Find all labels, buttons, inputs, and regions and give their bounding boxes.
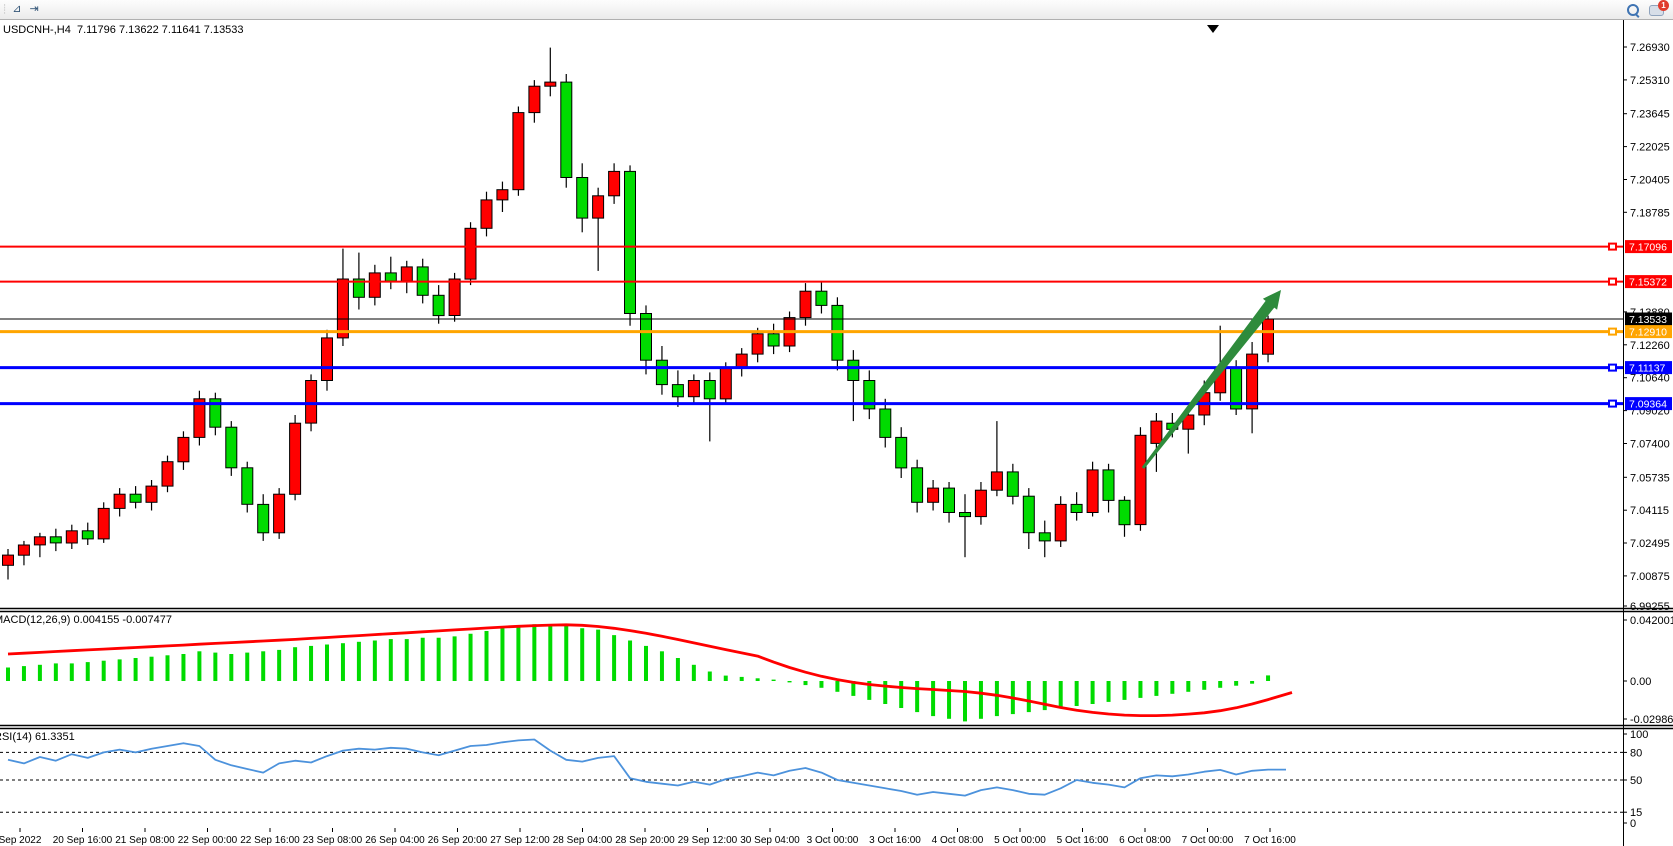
price-tag-label: 7.09364 bbox=[1629, 399, 1667, 411]
time-axis-label: 20 Sep 16:00 bbox=[53, 835, 113, 846]
trend-arrow[interactable] bbox=[1142, 290, 1281, 469]
line-handle bbox=[1609, 401, 1616, 407]
price-axis-label: 7.26930 bbox=[1630, 42, 1670, 54]
chart-shift-button[interactable]: ⇥ bbox=[26, 1, 43, 18]
rsi-axis-label: 80 bbox=[1630, 747, 1642, 759]
rsi-axis-label: 100 bbox=[1630, 729, 1648, 741]
line-handle bbox=[1609, 365, 1616, 371]
price-tags: 7.17096 7.15372 7.135337.12910 7.11137 7.093… bbox=[1625, 240, 1672, 411]
price-axis-label: 7.00875 bbox=[1630, 571, 1670, 583]
chart-shift-icon: ⇥ bbox=[30, 1, 39, 18]
rsi-axis-label: 50 bbox=[1630, 775, 1642, 787]
time-axis-label: 22 Sep 16:00 bbox=[240, 835, 300, 846]
price-axis-label: 7.02495 bbox=[1630, 538, 1670, 550]
time-axis-label: 6 Oct 08:00 bbox=[1119, 835, 1171, 846]
time-axis-label: 22 Sep 00:00 bbox=[178, 835, 238, 846]
chart-area[interactable]: 7.26930 7.25310 7.23645 7.22025 7.20405 7.187… bbox=[0, 20, 1673, 846]
price-axis-label: 7.04115 bbox=[1630, 505, 1669, 517]
line-handle bbox=[1609, 279, 1616, 285]
toolbar: ┊✚新订单┊◀▭◉●自动交易┊▥║≈┊⊕⊖▦┊⊿⇥┊▣▾◷▾▤▾┊↖✛┊│─╱∥… bbox=[0, 0, 1673, 20]
time-axis-label: 3 Oct 16:00 bbox=[869, 835, 921, 846]
macd-histogram bbox=[8, 624, 1268, 721]
time-axis-label: 30 Sep 04:00 bbox=[740, 835, 800, 846]
time-axis-label: Sep 2022 bbox=[0, 835, 42, 846]
time-axis: Sep 2022 20 Sep 16:0021 Sep 08:0022 Sep 0… bbox=[0, 828, 1296, 846]
chart-canvas[interactable]: 7.26930 7.25310 7.23645 7.22025 7.20405 7.187… bbox=[0, 20, 1673, 846]
macd-indicator-label: MACD(12,26,9) 0.004155 -0.007477 bbox=[0, 614, 172, 626]
chart-symbol-title: USDCNH-,H4 7.11796 7.13622 7.11641 7.135… bbox=[3, 24, 244, 36]
pane-frame bbox=[0, 20, 1673, 846]
price-axis-label: 6.99255 bbox=[1630, 601, 1670, 613]
price-axis-label: 7.25310 bbox=[1630, 75, 1670, 87]
rsi-line bbox=[8, 740, 1286, 796]
price-tag-label: 7.11137 bbox=[1629, 363, 1666, 375]
price-axis-label: 7.23645 bbox=[1630, 109, 1670, 121]
time-axis-label: 3 Oct 00:00 bbox=[807, 835, 859, 846]
line-handle bbox=[1609, 329, 1616, 335]
rsi-indicator-label: RSI(14) 61.3351 bbox=[0, 731, 75, 743]
price-tag-label: 7.13533 bbox=[1629, 314, 1667, 326]
price-axis-label: 7.18785 bbox=[1630, 207, 1670, 219]
notification-badge: 1 bbox=[1658, 0, 1669, 11]
toolbar-right: 1 bbox=[1627, 4, 1673, 16]
time-axis-label: 28 Sep 20:00 bbox=[615, 835, 675, 846]
candles bbox=[3, 48, 1274, 580]
line-handle bbox=[1609, 244, 1616, 250]
time-axis-label: 7 Oct 00:00 bbox=[1182, 835, 1234, 846]
time-axis-label: 23 Sep 08:00 bbox=[303, 835, 363, 846]
indicators-list-icon: ⊿ bbox=[12, 1, 21, 18]
time-axis-label: 5 Oct 16:00 bbox=[1057, 835, 1109, 846]
time-axis-label: 27 Sep 12:00 bbox=[490, 835, 550, 846]
price-tag-label: 7.15372 bbox=[1629, 277, 1667, 289]
time-axis-label: 5 Oct 00:00 bbox=[994, 835, 1046, 846]
price-axis-label: 7.07400 bbox=[1630, 439, 1670, 451]
macd-axis-label: 0.042001 bbox=[1630, 615, 1673, 627]
chart-shift-marker[interactable] bbox=[1207, 25, 1219, 33]
time-axis-label: 26 Sep 20:00 bbox=[428, 835, 488, 846]
time-axis-label: 7 Oct 16:00 bbox=[1244, 835, 1296, 846]
price-axis-label: 7.22025 bbox=[1630, 142, 1670, 154]
time-axis-label: 28 Sep 04:00 bbox=[553, 835, 613, 846]
rsi-axis-label: 0 bbox=[1630, 818, 1636, 830]
price-axis-label: 7.20405 bbox=[1630, 175, 1670, 187]
time-axis-label: 21 Sep 08:00 bbox=[115, 835, 175, 846]
horizontal-price-lines[interactable] bbox=[0, 244, 1623, 407]
time-axis-label: 26 Sep 04:00 bbox=[365, 835, 425, 846]
macd-axis-label: 0.00 bbox=[1630, 676, 1651, 688]
notifications-icon[interactable]: 1 bbox=[1649, 4, 1665, 16]
price-tag-label: 7.17096 bbox=[1629, 242, 1667, 254]
rsi-level-lines bbox=[0, 752, 1623, 812]
time-axis-label: 29 Sep 12:00 bbox=[678, 835, 738, 846]
price-axis: 7.26930 7.25310 7.23645 7.22025 7.20405 7.187… bbox=[1623, 42, 1673, 830]
price-axis-label: 7.12260 bbox=[1630, 340, 1670, 352]
time-axis-label: 4 Oct 08:00 bbox=[932, 835, 984, 846]
macd-axis-label: -0.029864 bbox=[1630, 714, 1673, 726]
indicators-list-button[interactable]: ⊿ bbox=[8, 1, 25, 18]
toolbar-grip: ┊ bbox=[2, 4, 5, 15]
price-axis-label: 7.05735 bbox=[1630, 472, 1670, 484]
search-icon[interactable] bbox=[1627, 4, 1639, 16]
price-tag-label: 7.12910 bbox=[1629, 327, 1667, 339]
toolbar-group: ┊ ⊿ ⇥ bbox=[0, 0, 284, 19]
